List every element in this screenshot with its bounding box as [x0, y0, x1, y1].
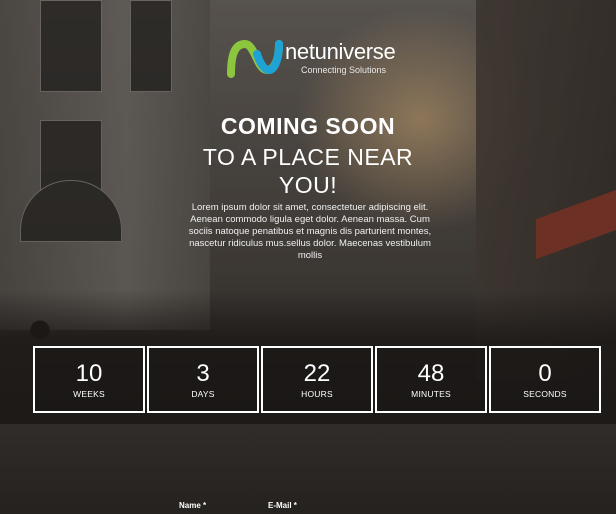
subheadline-line-1: TO A PLACE NEAR — [202, 144, 414, 170]
brand-logo[interactable]: netuniverse Connecting Solutions — [227, 39, 396, 78]
countdown-unit: HOURS — [301, 388, 333, 399]
name-field-label: Name * — [179, 501, 207, 510]
countdown-unit: MINUTES — [411, 388, 451, 399]
logo-mark-icon — [227, 40, 283, 78]
countdown-hours: 22 HOURS — [261, 346, 373, 413]
page-subheadline: TO A PLACE NEAR YOU! — [0, 143, 616, 199]
countdown-value: 0 — [538, 359, 552, 387]
countdown-value: 10 — [75, 359, 103, 387]
countdown-value: 48 — [417, 359, 445, 387]
email-field-label: E-Mail * — [268, 501, 297, 510]
page-headline: COMING SOON — [220, 113, 396, 139]
countdown-seconds: 0 SECONDS — [489, 346, 601, 413]
countdown-minutes: 48 MINUTES — [375, 346, 487, 413]
countdown-unit: WEEKS — [73, 388, 105, 399]
countdown-days: 3 DAYS — [147, 346, 259, 413]
brand-name: netuniverse — [285, 39, 396, 64]
countdown-value: 3 — [196, 359, 210, 387]
countdown-unit: DAYS — [191, 388, 215, 399]
brand-tagline: Connecting Solutions — [301, 65, 387, 75]
countdown-timer: 10 WEEKS 3 DAYS 22 HOURS 48 MINUTES 0 SE… — [33, 346, 603, 413]
countdown-value: 22 — [303, 359, 331, 387]
countdown-weeks: 10 WEEKS — [33, 346, 145, 413]
subheadline-line-2: YOU! — [278, 172, 338, 198]
countdown-unit: SECONDS — [523, 388, 567, 399]
description-text: Lorem ipsum dolor sit amet, consectetuer… — [188, 202, 432, 261]
